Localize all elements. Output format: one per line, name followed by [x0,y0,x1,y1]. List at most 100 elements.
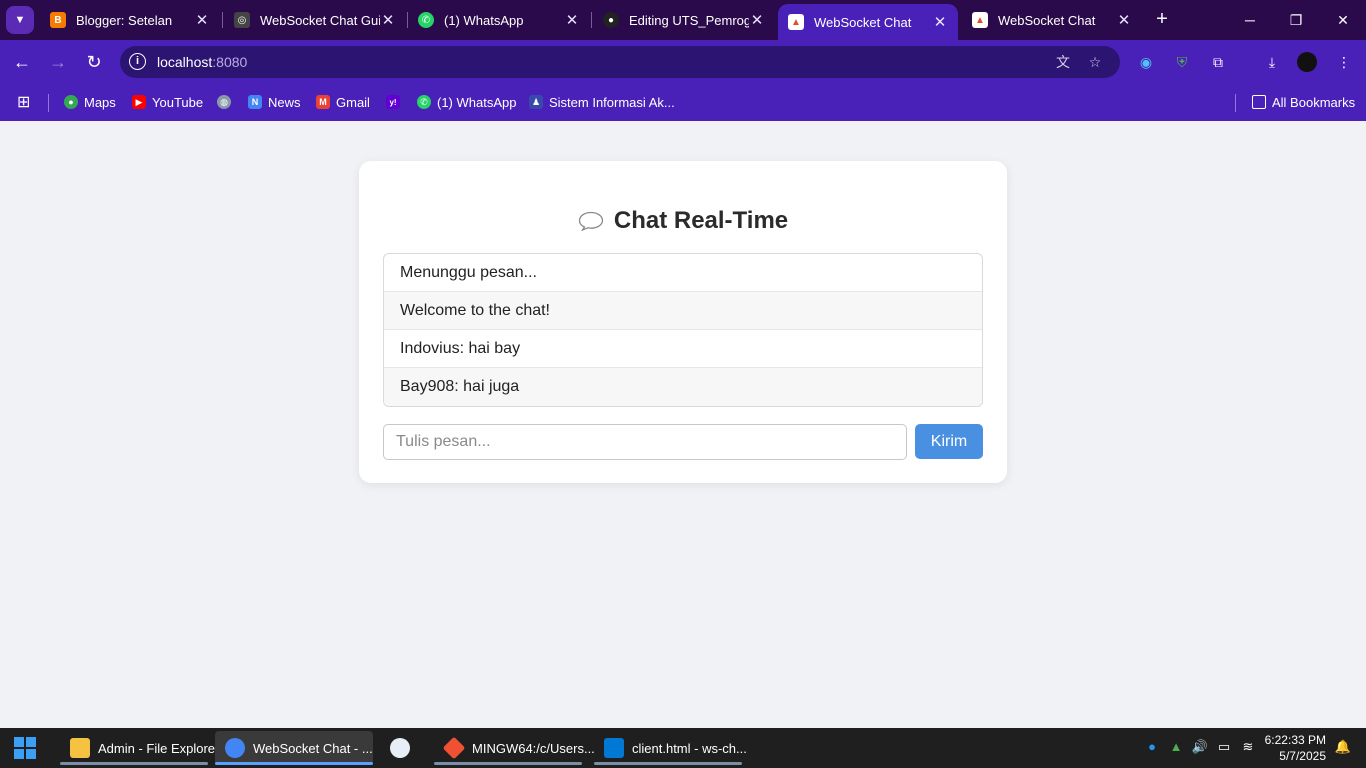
bookmark-label: News [268,94,301,110]
bookmark-separator [1235,94,1236,112]
forward-arrow-icon[interactable]: → [46,50,70,74]
message-input[interactable] [383,424,907,460]
chevron-down-icon: ▼ [14,14,26,26]
close-icon[interactable]: ✕ [564,11,580,29]
tab-title: WebSocket Chat [998,12,1096,28]
taskbar-app-store[interactable] [380,731,422,765]
bookmark-news[interactable]: N News [248,91,301,113]
minimize-icon[interactable]: ─ [1227,6,1273,34]
globe-icon: ◍ [217,95,231,109]
git-icon [442,736,466,760]
new-tab-plus-icon[interactable]: + [1150,8,1174,32]
tab-title: Blogger: Setelan [76,12,173,28]
close-icon[interactable]: ✕ [1116,11,1132,29]
close-icon[interactable]: ✕ [194,11,210,29]
chat-heading: Chat Real-Time [359,207,1007,235]
bookmark-label: Gmail [336,94,370,110]
window-close-icon[interactable]: ✕ [1320,6,1366,34]
whatsapp-favicon-icon: ✆ [418,12,434,28]
tab-websocket-chat-active[interactable]: ▲ WebSocket Chat ✕ [778,4,958,40]
tab-blogger[interactable]: B Blogger: Setelan ✕ [40,4,220,36]
app-store-icon [390,738,410,758]
page-title: Chat Real-Time [613,207,789,234]
download-icon[interactable]: ⤓ [1262,52,1282,72]
tab-title: (1) WhatsApp [444,12,524,28]
more-menu-icon[interactable]: ⋮ [1334,52,1354,72]
restore-icon[interactable]: ❐ [1273,6,1319,34]
bookmark-globe[interactable]: ◍ [217,91,237,113]
translate-icon[interactable]: 文 [1054,53,1072,71]
back-arrow-icon[interactable]: ← [10,50,34,74]
blogger-favicon-icon: B [50,12,66,28]
edge-extension-icon[interactable]: ◉ [1136,52,1156,72]
google-drive-tray-icon[interactable]: ▲ [1167,738,1185,756]
battery-icon[interactable]: ▭ [1215,738,1233,756]
url-host: localhost [157,54,213,70]
profile-avatar[interactable] [1297,52,1317,72]
tab-whatsapp[interactable]: ✆ (1) WhatsApp ✕ [408,4,590,36]
bookmark-label: Sistem Informasi Ak... [549,94,675,110]
chrome-icon [225,738,245,758]
address-bar[interactable]: i localhost:8080 文 ☆ [120,46,1120,78]
clock-time: 6:22:33 PM [1264,733,1326,747]
flame-favicon-icon: ▲ [972,12,988,28]
taskbar-file-explorer[interactable]: Admin - File Explorer [60,731,219,765]
running-indicator [60,762,208,765]
edge-tray-icon[interactable]: ● [1143,738,1161,756]
news-icon: N [248,95,262,109]
folder-icon [1252,95,1266,109]
youtube-icon: ▶ [132,95,146,109]
bookmark-yahoo[interactable]: y! [386,91,406,113]
message-item: Welcome to the chat! [384,292,982,330]
vscode-icon [604,738,624,758]
tab-github-editing[interactable]: ● Editing UTS_Pemrogr ✕ [593,4,775,36]
all-bookmarks[interactable]: All Bookmarks [1252,91,1355,113]
volume-icon[interactable]: 🔊 [1191,738,1209,756]
taskbar-git-bash[interactable]: MINGW64:/c/Users... [434,731,595,765]
chatgpt-favicon-icon: ◎ [234,12,250,28]
running-indicator [594,762,742,765]
shield-extension-icon[interactable]: ⛨ [1172,52,1192,72]
tab-websocket-guide[interactable]: ◎ WebSocket Chat Guid ✕ [224,4,406,36]
close-icon[interactable]: ✕ [932,13,948,31]
bookmarks-bar: ⊞ ● Maps ▶ YouTube ◍ N News M Gmail y! ✆… [0,84,1366,121]
bookmark-whatsapp[interactable]: ✆ (1) WhatsApp [417,91,516,113]
maps-pin-icon: ● [64,95,78,109]
taskbar-label: MINGW64:/c/Users... [472,740,595,756]
apps-grid-icon[interactable]: ⊞ [17,91,30,113]
gmail-icon: M [316,95,330,109]
taskbar-vscode[interactable]: client.html - ws-ch... [594,731,747,765]
bookmark-sistem-informasi[interactable]: ♟ Sistem Informasi Ak... [529,91,675,113]
running-indicator [434,762,582,765]
tab-websocket-chat[interactable]: ▲ WebSocket Chat ✕ [962,4,1142,36]
tab-separator [591,12,592,28]
chat-card: Chat Real-Time Menunggu pesan... Welcome… [359,161,1007,483]
tab-title: Editing UTS_Pemrogr [629,12,749,28]
taskbar-chrome[interactable]: WebSocket Chat - ... [215,731,373,765]
tab-search-button[interactable]: ▼ [6,6,34,34]
send-button[interactable]: Kirim [915,424,983,459]
active-indicator [215,762,373,765]
site-info-icon[interactable]: i [129,53,146,70]
extensions-puzzle-icon[interactable]: ⧉ [1208,52,1228,72]
system-clock[interactable]: 6:22:33 PM 5/7/2025 [1265,732,1326,764]
bookmark-star-icon[interactable]: ☆ [1086,53,1104,71]
bookmark-maps[interactable]: ● Maps [64,91,116,113]
close-icon[interactable]: ✕ [380,11,396,29]
url-port: :8080 [212,54,248,70]
bookmark-youtube[interactable]: ▶ YouTube [132,91,203,113]
close-icon[interactable]: ✕ [749,11,765,29]
browser-toolbar: ← → ↻ i localhost:8080 文 ☆ ◉ ⛨ ⧉ ⤓ ⋮ [0,40,1366,84]
whatsapp-icon: ✆ [417,95,431,109]
taskbar-label: WebSocket Chat - ... [253,740,373,756]
bookmark-label: YouTube [152,94,204,110]
windows-start-icon[interactable] [14,737,36,759]
tab-strip: ▼ B Blogger: Setelan ✕ ◎ WebSocket Chat … [0,0,1366,40]
address-url[interactable]: localhost:8080 [157,54,247,70]
reload-icon[interactable]: ↻ [82,50,106,74]
bookmark-label: Maps [84,94,116,110]
wifi-icon[interactable]: ≋ [1239,738,1257,756]
message-item: Menunggu pesan... [384,254,982,292]
bookmark-gmail[interactable]: M Gmail [316,91,370,113]
notification-bell-icon[interactable]: 🔔 [1334,738,1352,756]
